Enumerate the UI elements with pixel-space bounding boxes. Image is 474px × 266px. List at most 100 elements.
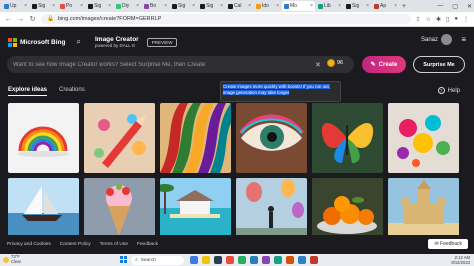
boost-counter[interactable]: 96 (327, 59, 343, 67)
close-tab-icon[interactable]: × (394, 3, 397, 9)
tab-favicon-icon (60, 3, 65, 9)
browser-tab[interactable]: Up × (2, 1, 29, 11)
sidebar-icon[interactable]: ▯ (446, 16, 449, 23)
close-tab-icon[interactable]: × (366, 3, 369, 9)
help-link[interactable]: ? Help (437, 87, 460, 94)
browser-tab[interactable]: Sig × (170, 1, 197, 11)
new-tab-button[interactable]: + (402, 3, 406, 10)
tab-label: Cal (234, 3, 242, 9)
taskbar-app-icon[interactable] (190, 256, 198, 264)
close-tab-icon[interactable]: × (136, 3, 139, 9)
close-tab-icon[interactable]: × (248, 3, 251, 9)
product-title: Image Creator (94, 36, 139, 43)
feedback-label: Feedback (440, 241, 462, 247)
paint-splash-tile[interactable] (388, 103, 459, 173)
bookmark-star-icon[interactable]: ☆ (426, 16, 431, 23)
rainbow-tile[interactable] (8, 103, 79, 173)
footer-link[interactable]: Content Policy (60, 242, 91, 247)
taskbar-app-icon[interactable] (250, 256, 258, 264)
close-tab-icon[interactable]: × (164, 3, 167, 9)
taskbar-app-icon[interactable] (214, 256, 222, 264)
prompt-input[interactable] (13, 61, 348, 68)
tab-label: Lib (324, 3, 331, 9)
system-tray-clock[interactable]: 2:12 AM 8/12/2023 (451, 255, 470, 265)
close-tab-icon[interactable]: × (80, 3, 83, 9)
footer-link[interactable]: Privacy and Cookies (7, 242, 51, 247)
hamburger-menu-icon[interactable]: ≡ (461, 35, 466, 44)
close-tab-icon[interactable]: × (220, 3, 223, 9)
browser-tab[interactable]: Ap × (372, 1, 399, 11)
pencil-tile[interactable] (84, 103, 155, 173)
ribbons-tile[interactable] (160, 103, 231, 173)
bing-brand[interactable]: Microsoft Bing (20, 39, 66, 46)
taskbar-app-icon[interactable] (238, 256, 246, 264)
share-icon[interactable]: ⇪ (416, 16, 421, 23)
taskbar-app-icon[interactable] (226, 256, 234, 264)
browser-tab[interactable]: Sig × (344, 1, 371, 11)
browser-tab[interactable]: Bo × (142, 1, 169, 11)
start-windows-icon[interactable] (120, 256, 127, 263)
browser-tab[interactable]: Sig × (86, 1, 113, 11)
extensions-icon[interactable]: ✱ (436, 16, 441, 23)
footer-link[interactable]: Feedback (137, 242, 158, 247)
logo-square (13, 37, 17, 42)
butterfly-tile[interactable] (312, 103, 383, 173)
footer-link[interactable]: Terms of Use (100, 242, 128, 247)
window-controls: — ▢ ✕ (437, 0, 472, 12)
browser-tab[interactable]: Lib × (316, 1, 343, 11)
back-icon[interactable]: ← (5, 16, 12, 23)
microsoft-logo-icon[interactable] (8, 37, 17, 47)
image-creator-title[interactable]: Image Creator powered by DALL·E (95, 36, 139, 48)
taskbar-app-icon[interactable] (202, 256, 210, 264)
browser-tab[interactable]: Cal × (226, 1, 253, 11)
close-tab-icon[interactable]: × (52, 3, 55, 9)
close-tab-icon[interactable]: × (338, 3, 341, 9)
create-button[interactable]: ✎ Create (362, 56, 406, 73)
clock-date: 8/12/2023 (451, 260, 470, 265)
tab-label: Sig (38, 3, 46, 9)
close-tab-icon[interactable]: × (192, 3, 195, 9)
tab-creations[interactable]: Creations (59, 87, 85, 96)
tab-label: Bo (150, 3, 157, 9)
url-field[interactable]: 🔒 bing.com/images/create?FORM=GERRLP (41, 14, 411, 24)
close-tab-icon[interactable]: × (310, 3, 313, 9)
browser-tab[interactable]: Ido × (254, 1, 281, 11)
menu-dots-icon[interactable]: ⋮ (463, 16, 469, 23)
profile-icon[interactable]: ● (454, 16, 458, 22)
clear-icon[interactable]: ✕ (315, 61, 321, 69)
surprise-me-button[interactable]: Surprise Me (413, 56, 465, 73)
taskbar-app-icon[interactable] (262, 256, 270, 264)
taskbar-apps (190, 256, 318, 264)
tab-label: Up (10, 3, 17, 9)
taskbar-search-label: Search (140, 257, 156, 263)
browser-tab[interactable]: Mo × (282, 1, 315, 11)
browser-tab[interactable]: Diy × (114, 1, 141, 11)
avatar[interactable] (441, 34, 452, 45)
forward-icon[interactable]: → (17, 16, 24, 23)
close-tab-icon[interactable]: × (24, 3, 27, 9)
browser-tab[interactable]: Sig × (30, 1, 57, 11)
close-window-icon[interactable]: ✕ (467, 3, 472, 10)
taskbar-search[interactable]: ⌕ Search (131, 255, 184, 265)
tab-label: Sig (178, 3, 186, 9)
minimize-icon[interactable]: — (437, 3, 443, 9)
eye-image (236, 103, 307, 173)
close-tab-icon[interactable]: × (276, 3, 279, 9)
taskbar-app-icon[interactable] (286, 256, 294, 264)
logo-square (8, 42, 12, 47)
tab-explore-ideas[interactable]: Explore ideas (8, 87, 48, 96)
maximize-icon[interactable]: ▢ (452, 3, 458, 10)
weather-widget[interactable]: 73°F Clear (3, 255, 21, 264)
taskbar-app-icon[interactable] (310, 256, 318, 264)
reload-icon[interactable]: ↻ (29, 15, 36, 23)
taskbar-app-icon[interactable] (298, 256, 306, 264)
search-icon[interactable]: ⌕ (77, 37, 81, 47)
user-name[interactable]: Sanaz (421, 37, 438, 43)
close-tab-icon[interactable]: × (108, 3, 111, 9)
taskbar-app-icon[interactable] (274, 256, 282, 264)
eye-tile[interactable] (236, 103, 307, 173)
feedback-button[interactable]: ✉ Feedback (428, 239, 468, 249)
browser-tab[interactable]: Po × (58, 1, 85, 11)
tab-favicon-icon (318, 3, 323, 9)
browser-tab[interactable]: Sig × (198, 1, 225, 11)
